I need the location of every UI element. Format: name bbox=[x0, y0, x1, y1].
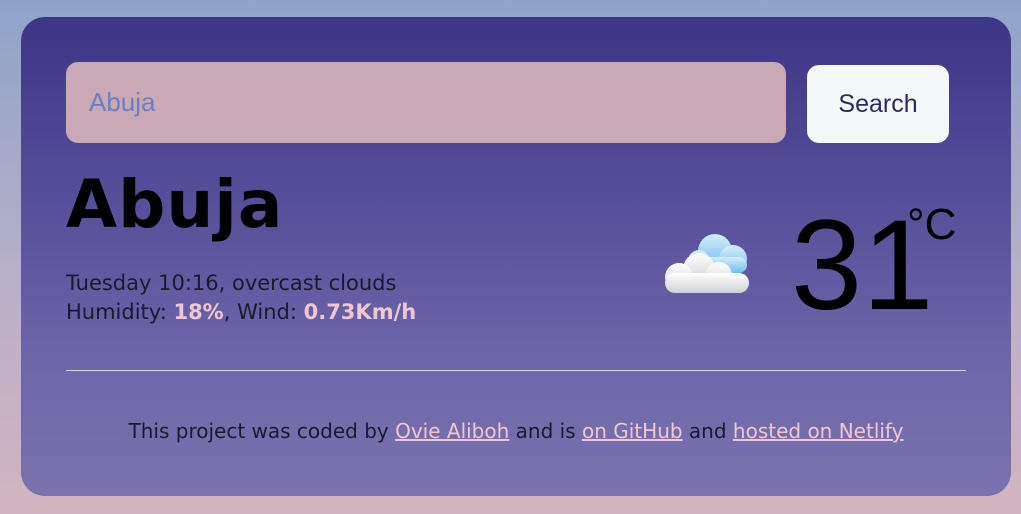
city-name: Abuja bbox=[66, 166, 284, 243]
footer-text: This project was coded by bbox=[128, 419, 396, 443]
date-description: Tuesday 10:16, overcast clouds bbox=[66, 271, 397, 295]
cloud-icon bbox=[665, 234, 749, 293]
wind-label: , Wind: bbox=[223, 300, 304, 324]
divider bbox=[66, 370, 966, 371]
footer: This project was coded by Ovie Aliboh an… bbox=[21, 419, 1011, 443]
weather-details: Tuesday 10:16, overcast clouds Humidity:… bbox=[66, 269, 416, 327]
footer-text: and is bbox=[509, 419, 582, 443]
humidity-value: 18% bbox=[173, 300, 224, 324]
search-button[interactable]: Search bbox=[807, 65, 949, 143]
author-link[interactable]: Ovie Aliboh bbox=[395, 419, 509, 443]
github-link[interactable]: on GitHub bbox=[582, 419, 683, 443]
netlify-link[interactable]: hosted on Netlify bbox=[733, 419, 904, 443]
humidity-label: Humidity: bbox=[66, 300, 174, 324]
search-input[interactable] bbox=[66, 62, 786, 143]
temperature-unit[interactable]: °C bbox=[907, 200, 956, 250]
footer-text: and bbox=[682, 419, 733, 443]
humidity-wind-line: Humidity: 18%, Wind: 0.73Km/h bbox=[66, 298, 416, 327]
weather-card: Search Abuja Tuesday 10:16, overcast clo… bbox=[21, 17, 1011, 496]
wind-value: 0.73Km/h bbox=[303, 300, 417, 324]
